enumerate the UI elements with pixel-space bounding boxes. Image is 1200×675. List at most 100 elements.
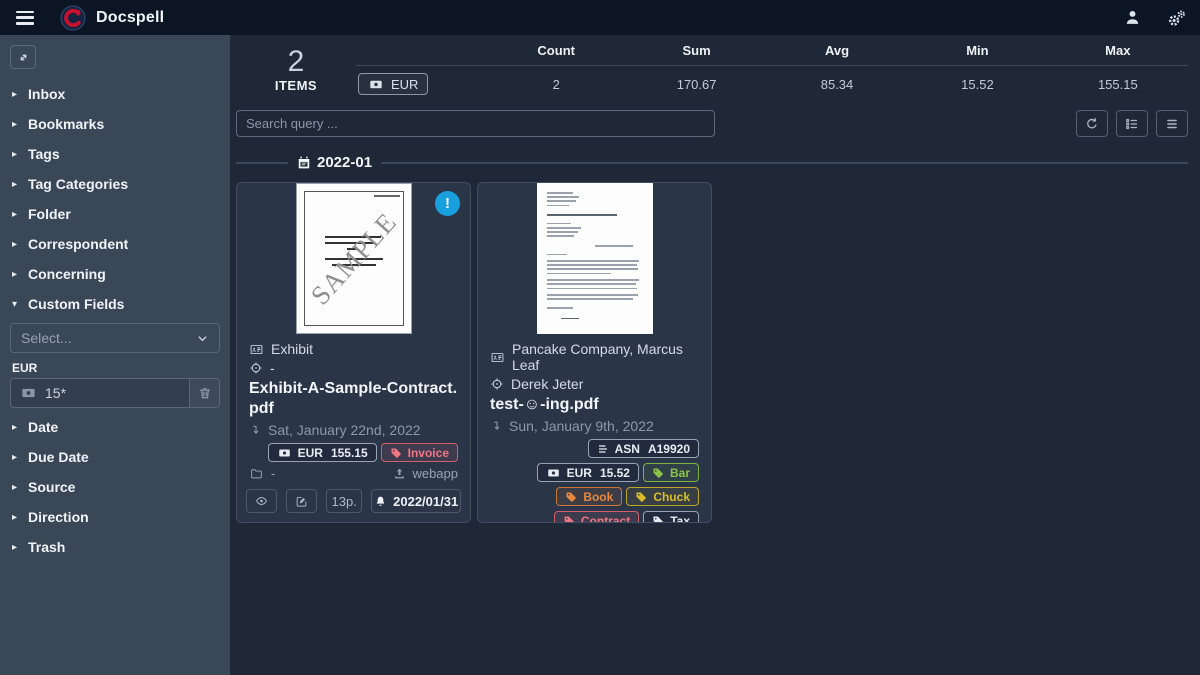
tag-badge[interactable]: Bar [643,463,699,482]
tag-badge[interactable]: Invoice [381,443,458,462]
item-date: Sun, January 9th, 2022 [509,418,654,434]
docspell-logo[interactable] [60,5,86,31]
sidebar-item-concerning[interactable]: ▸ Concerning [0,259,230,289]
stats-col-sum: Sum [626,43,766,58]
sidebar-item-label: Folder [28,206,71,222]
document-preview[interactable]: SAMPLE ! [237,183,470,334]
sidebar-item-label: Correspondent [28,236,128,252]
correspondent-name: Pancake Company, Marcus Leaf [512,341,699,373]
stats-col-avg: Avg [767,43,907,58]
item-date-icon [249,423,261,437]
sidebar-item-label: Due Date [28,449,89,465]
calendar-icon [297,155,311,170]
document-preview[interactable] [478,183,711,334]
stats-table: Count Sum Avg Min Max EUR [356,43,1188,95]
item-date-icon [490,419,502,433]
sidebar-item-tag-categories[interactable]: ▸ Tag Categories [0,169,230,199]
filter-sidebar: ▸ Inbox ▸ Bookmarks ▸ Tags ▸ Tag Categor… [0,35,230,675]
asn-label: ASN [615,442,640,456]
item-title[interactable]: test-☺-ing.pdf [490,395,699,415]
collapse-sidebar-button[interactable] [10,45,36,69]
caret-right-icon: ▸ [12,119,28,130]
due-date-button[interactable]: 2022/01/31 [371,489,461,513]
sidebar-item-tags[interactable]: ▸ Tags [0,139,230,169]
sidebar-item-label: Tag Categories [28,176,128,192]
caret-down-icon: ▾ [12,299,28,310]
caret-right-icon: ▸ [12,89,28,100]
tag-badge[interactable]: Contract [554,511,639,523]
list-view-button[interactable] [1116,110,1148,137]
sidebar-item-label: Direction [28,509,89,525]
tag-label: Contract [581,514,630,524]
tag-icon [563,515,575,524]
refresh-button[interactable] [1076,110,1108,137]
folder-name: - [271,466,275,481]
currency-label: EUR [391,77,418,92]
caret-right-icon: ▸ [12,179,28,190]
stats-col-max: Max [1048,43,1188,58]
item-count-value: 2 [236,45,356,78]
menu-bars-button[interactable] [1156,110,1188,137]
bell-icon [374,495,387,508]
tag-label: Bar [670,466,690,480]
item-count-label: ITEMS [236,78,356,93]
caret-right-icon: ▸ [12,239,28,250]
folder-icon [249,467,264,480]
menu-icon[interactable] [16,11,34,25]
asn-icon [597,443,609,455]
sidebar-item-bookmarks[interactable]: ▸ Bookmarks [0,109,230,139]
sidebar-item-label: Bookmarks [28,116,104,132]
item-title[interactable]: Exhibit-A-Sample-Contract.pdf [249,379,458,419]
concerning-icon [490,377,504,391]
amount-value: 155.15 [331,446,368,460]
cogs-icon[interactable] [1167,9,1184,26]
user-icon[interactable] [1124,9,1141,26]
sidebar-item-direction[interactable]: ▸ Direction [0,502,230,532]
preview-eye-button[interactable] [246,489,277,513]
concerning-icon [249,361,263,375]
stats-val-min: 15.52 [907,77,1047,92]
concerning-name: - [270,360,275,376]
item-list-area: 2 ITEMS Count Sum Avg Min Max [230,35,1200,675]
sidebar-item-correspondent[interactable]: ▸ Correspondent [0,229,230,259]
sidebar-item-label: Concerning [28,266,106,282]
sidebar-item-label: Custom Fields [28,296,124,312]
sidebar-item-source[interactable]: ▸ Source [0,472,230,502]
asn-badge: ASN A19920 [588,439,699,458]
item-card-exhibit-contract[interactable]: SAMPLE ! Exhibit [236,182,471,523]
custom-field-name: EUR [12,361,220,375]
sidebar-item-folder[interactable]: ▸ Folder [0,199,230,229]
amount-badge: EUR 15.52 [537,463,639,482]
stats-val-avg: 85.34 [767,77,907,92]
page-count-button[interactable]: 13p. [326,489,362,513]
month-group-label: 2022-01 [317,154,372,171]
caret-right-icon: ▸ [12,482,28,493]
tag-badge[interactable]: Tax [643,511,699,523]
custom-field-select[interactable]: Select... [10,323,220,353]
sidebar-item-label: Source [28,479,75,495]
stats-col-count: Count [486,43,626,58]
custom-field-money-input[interactable]: 15* [10,378,220,408]
caret-right-icon: ▸ [12,149,28,160]
sidebar-item-inbox[interactable]: ▸ Inbox [0,79,230,109]
tag-badge[interactable]: Book [556,487,622,506]
tag-badge[interactable]: Chuck [626,487,699,506]
correspondent-icon [490,351,505,364]
sidebar-item-custom-fields[interactable]: ▾ Custom Fields [0,289,230,319]
money-icon [368,78,384,91]
sidebar-item-due-date[interactable]: ▸ Due Date [0,442,230,472]
sidebar-item-date[interactable]: ▸ Date [0,412,230,442]
money-icon [546,467,561,479]
search-input[interactable] [236,110,715,137]
sidebar-item-label: Date [28,419,58,435]
edit-button[interactable] [286,489,317,513]
upload-icon [393,467,406,480]
item-card-test-ing[interactable]: Pancake Company, Marcus Leaf Derek Jeter… [477,182,712,523]
trash-icon[interactable] [189,379,219,407]
caret-right-icon: ▸ [12,512,28,523]
caret-right-icon: ▸ [12,269,28,280]
sidebar-item-trash[interactable]: ▸ Trash [0,532,230,562]
currency-chip[interactable]: EUR [358,73,428,95]
tag-icon [652,515,664,524]
item-date: Sat, January 22nd, 2022 [268,422,421,438]
